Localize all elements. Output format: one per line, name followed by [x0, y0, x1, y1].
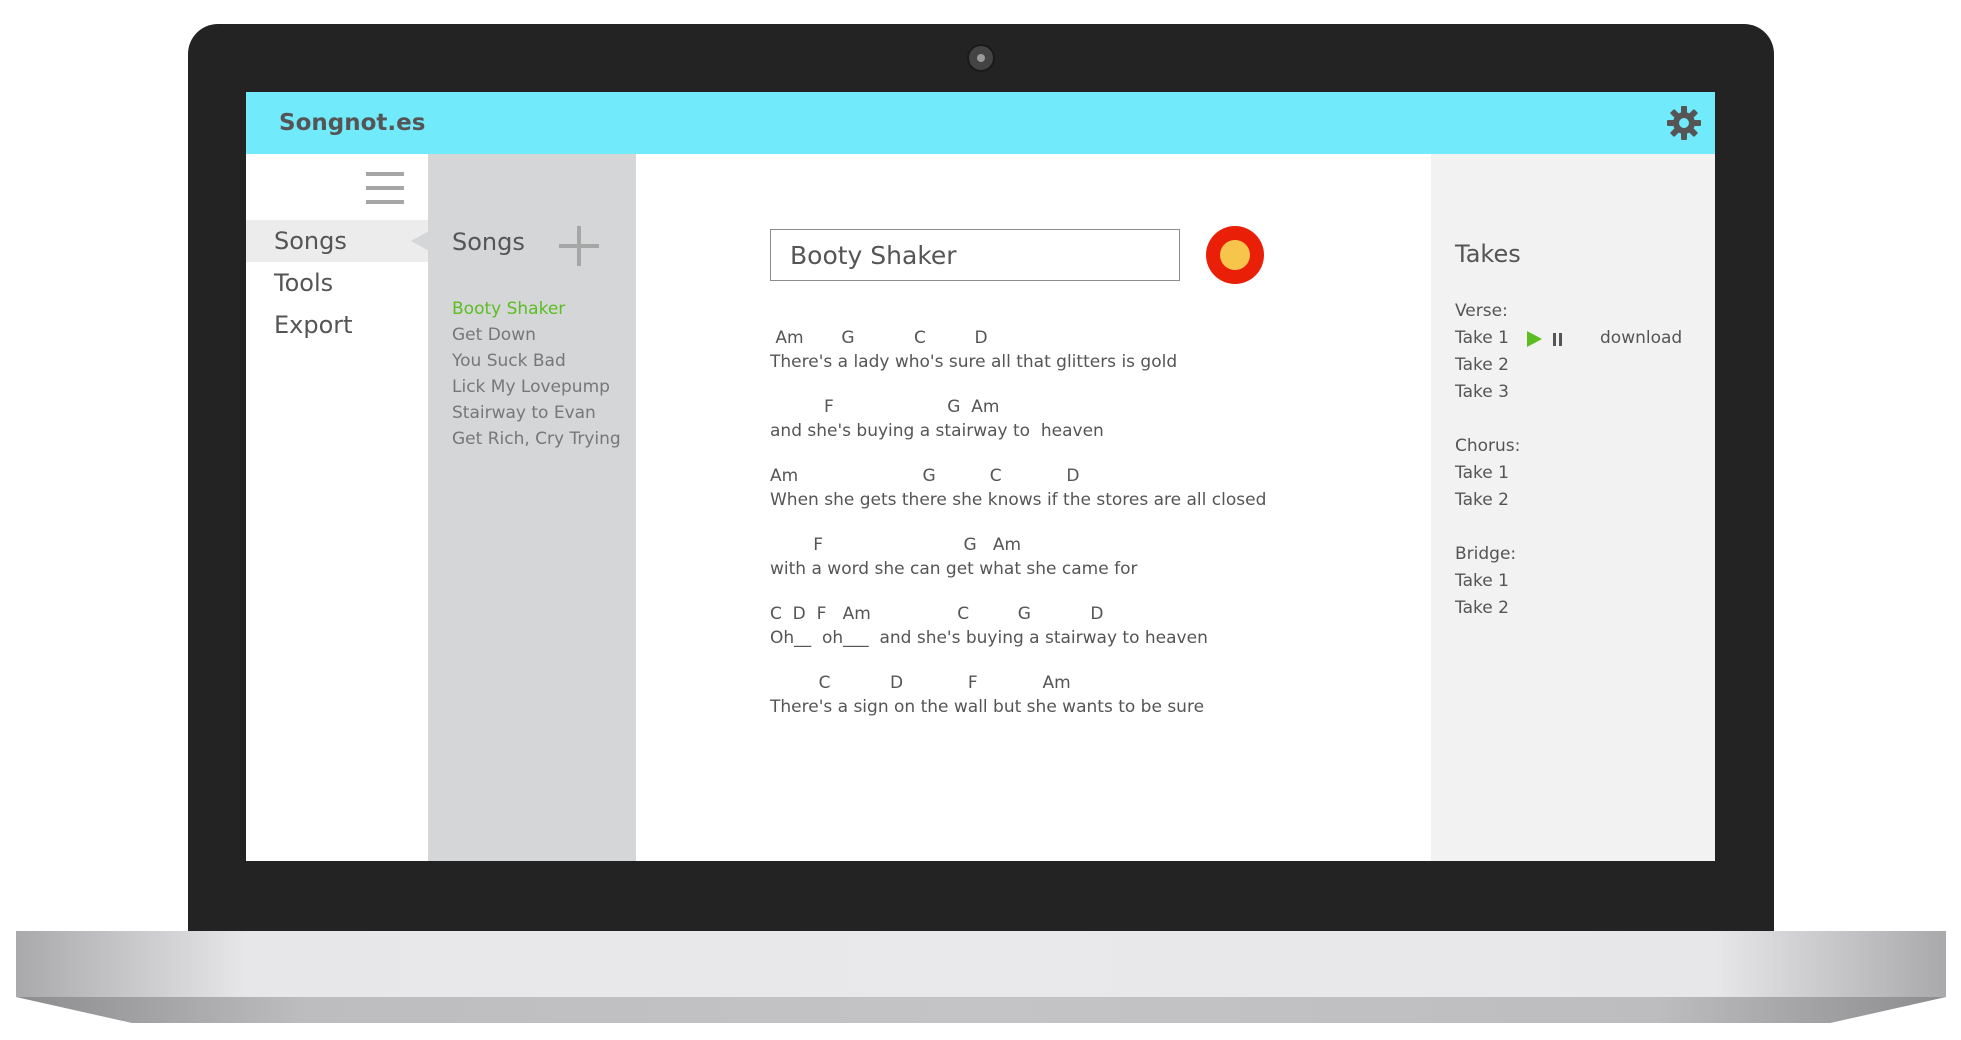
take-row[interactable]: Take 3	[1455, 379, 1705, 406]
take-label[interactable]: Take 2	[1455, 355, 1509, 375]
lyric-line[interactable]: When she gets there she knows if the sto…	[770, 490, 1266, 510]
chord-line[interactable]: F G Am	[770, 397, 999, 417]
song-list: Booty Shaker Get Down You Suck Bad Lick …	[452, 296, 621, 452]
app-title: Songnot.es	[279, 110, 426, 136]
nav-item-tools[interactable]: Tools	[246, 262, 428, 304]
take-label[interactable]: Take 1	[1455, 463, 1509, 483]
song-item[interactable]: Get Rich, Cry Trying	[452, 426, 621, 452]
song-item[interactable]: Lick My Lovepump	[452, 374, 621, 400]
lyric-line[interactable]: There's a lady who's sure all that glitt…	[770, 352, 1177, 372]
take-row[interactable]: Take 1	[1455, 460, 1705, 487]
song-item[interactable]: Booty Shaker	[452, 296, 621, 322]
chord-line[interactable]: F G Am	[770, 535, 1021, 555]
download-link[interactable]: download	[1600, 325, 1682, 352]
take-row[interactable]: Take 2	[1455, 487, 1705, 514]
chord-line[interactable]: Am G C D	[770, 466, 1080, 486]
stanza: C D F Am C G D Oh__ oh___ and she's buyi…	[770, 604, 1330, 673]
add-song-plus-icon[interactable]	[559, 226, 599, 266]
laptop-base	[16, 931, 1946, 997]
stanza: Am G C D There's a lady who's sure all t…	[770, 328, 1330, 397]
stanza: F G Am with a word she can get what she …	[770, 535, 1330, 604]
stanza: Am G C D When she gets there she knows i…	[770, 466, 1330, 535]
waveform-icon	[1267, 226, 1381, 284]
hamburger-menu-icon[interactable]	[366, 172, 404, 206]
take-section-label: Verse:	[1455, 301, 1508, 321]
lyric-line[interactable]: with a word she can get what she came fo…	[770, 559, 1137, 579]
stanza: C D F Am There's a sign on the wall but …	[770, 673, 1330, 742]
song-title-input[interactable]	[770, 229, 1180, 281]
take-label[interactable]: Take 3	[1455, 382, 1509, 402]
lyrics-sheet: Am G C D There's a lady who's sure all t…	[770, 328, 1330, 742]
take-row[interactable]: Take 1	[1455, 568, 1705, 595]
nav-item-export[interactable]: Export	[246, 304, 428, 346]
take-label[interactable]: Take 2	[1455, 490, 1509, 510]
chord-line[interactable]: C D F Am	[770, 673, 1071, 693]
takes-panel: Takes Verse: Take 1 download Take 2 Take…	[1431, 154, 1715, 861]
chord-line[interactable]: Am G C D	[770, 328, 987, 348]
take-row[interactable]: Take 2	[1455, 595, 1705, 622]
take-section-label: Chorus:	[1455, 436, 1521, 456]
take-row[interactable]: Take 1 download	[1455, 325, 1705, 352]
take-label[interactable]: Take 2	[1455, 598, 1509, 618]
take-section-label: Bridge:	[1455, 544, 1517, 564]
gear-icon[interactable]	[1666, 105, 1702, 141]
song-item[interactable]: Stairway to Evan	[452, 400, 621, 426]
songs-heading: Songs	[452, 228, 525, 256]
lyric-line[interactable]: and she's buying a stairway to heaven	[770, 421, 1104, 441]
app-screen: Songnot.es Songs Tools Export Songs Boot…	[246, 92, 1715, 861]
play-icon[interactable]	[1527, 331, 1542, 347]
pause-icon[interactable]	[1553, 333, 1563, 346]
take-label[interactable]: Take 1	[1455, 571, 1509, 591]
webcam	[967, 44, 995, 72]
main-nav: Songs Tools Export	[246, 154, 429, 861]
lyric-line[interactable]: Oh__ oh___ and she's buying a stairway t…	[770, 628, 1208, 648]
chord-line[interactable]: C D F Am C G D	[770, 604, 1103, 624]
take-label[interactable]: Take 1	[1455, 328, 1509, 348]
top-bar: Songnot.es	[246, 92, 1715, 154]
takes-heading: Takes	[1455, 240, 1521, 268]
song-editor: Am G C D There's a lady who's sure all t…	[636, 154, 1499, 861]
nav-item-songs[interactable]: Songs	[246, 220, 429, 262]
lyric-line[interactable]: There's a sign on the wall but she wants…	[770, 697, 1204, 717]
take-row[interactable]: Take 2	[1455, 352, 1705, 379]
laptop-base-bottom	[16, 997, 1946, 1023]
song-item[interactable]: Get Down	[452, 322, 621, 348]
songs-panel: Songs Booty Shaker Get Down You Suck Bad…	[428, 154, 636, 861]
stanza: F G Am and she's buying a stairway to he…	[770, 397, 1330, 466]
song-item[interactable]: You Suck Bad	[452, 348, 621, 374]
takes-list: Verse: Take 1 download Take 2 Take 3 Cho…	[1455, 298, 1705, 622]
record-button[interactable]	[1206, 226, 1264, 284]
